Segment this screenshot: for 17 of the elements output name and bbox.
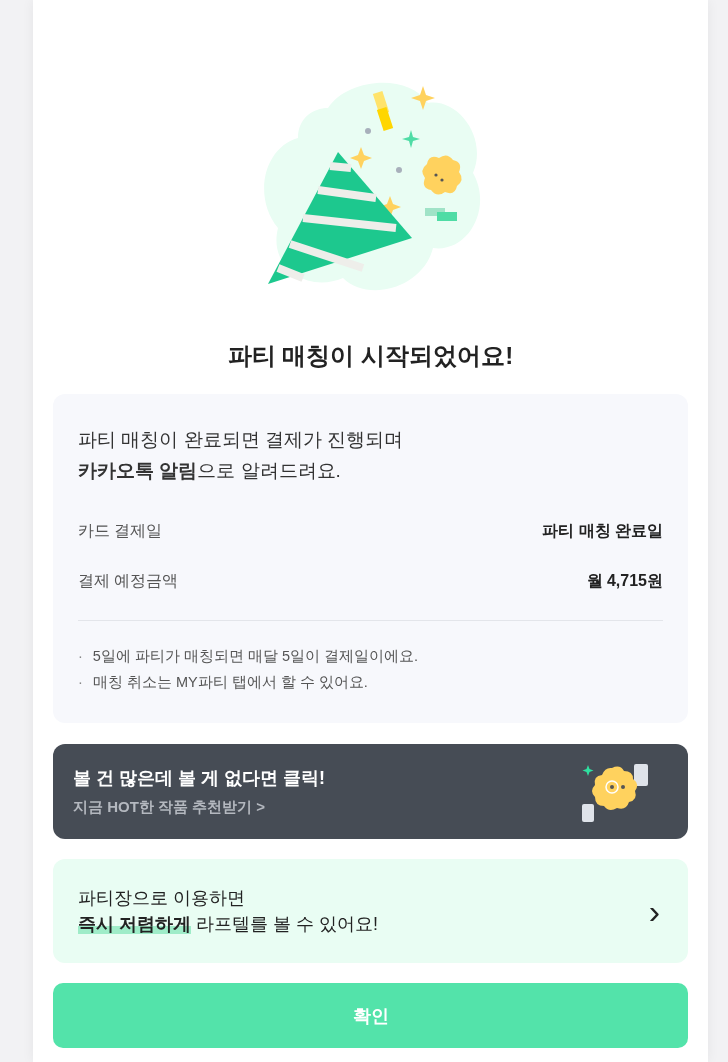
row-label: 카드 결제일 <box>78 520 163 541</box>
chevron-icon: › <box>648 894 660 928</box>
recommend-banner[interactable]: 볼 건 많은데 볼 게 없다면 클릭! 지금 HOT한 작품 추천받기 > <box>53 744 688 839</box>
party-leader-card[interactable]: 파티장으로 이용하면 즉시 저렴하게 라프텔를 볼 수 있어요! › <box>53 859 688 963</box>
page-title: 파티 매칭이 시작되었어요! <box>226 341 515 371</box>
row-value: 월 4,715원 <box>586 570 663 591</box>
recommend-link[interactable]: 지금 HOT한 작품 추천받기 > <box>73 798 325 817</box>
note-text: 5일에 파티가 매칭되면 매달 5일이 결제일이에요. <box>92 647 419 666</box>
bullet: · <box>78 647 83 666</box>
row-value: 파티 매칭 완료일 <box>542 520 663 541</box>
note-text: 매칭 취소는 MY파티 탭에서 할 수 있어요. <box>92 673 368 692</box>
bullet: · <box>78 673 83 692</box>
promo-text: 파티장으로 이용하면 즉시 저렴하게 라프텔를 볼 수 있어요! <box>78 887 379 936</box>
banner-title: 볼 건 많은데 볼 게 없다면 클릭! <box>73 767 325 790</box>
row-label: 결제 예정금액 <box>78 570 179 591</box>
mascot-drawing <box>582 761 648 822</box>
payment-notice: 파티 매칭이 완료되면 결제가 진행되며 카카오톡 알림으로 알려드려요. <box>78 428 405 483</box>
